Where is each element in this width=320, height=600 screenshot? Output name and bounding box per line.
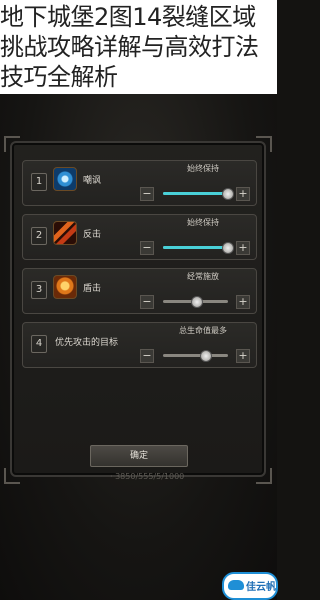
frequency-slider[interactable]: [163, 188, 234, 200]
slider-fill: [163, 192, 227, 195]
frame-corner-ornament: [4, 136, 20, 152]
frame-corner-ornament: [4, 468, 20, 484]
slider-knob[interactable]: [221, 242, 234, 254]
skill-row-counter: 2 反击 始终保持 − +: [22, 214, 257, 260]
confirm-button[interactable]: 确定: [90, 445, 188, 467]
decrease-button[interactable]: −: [140, 349, 154, 363]
skill-row-taunt: 1 嘲讽 始终保持 − +: [22, 160, 257, 206]
priority-slider[interactable]: [163, 350, 228, 362]
frame-corner-ornament: [256, 136, 272, 152]
slider-knob[interactable]: [200, 350, 213, 362]
target-priority-row: 4 优先攻击的目标 总生命值最多 − +: [22, 322, 257, 368]
frequency-slider[interactable]: [163, 296, 228, 308]
decrease-button[interactable]: −: [140, 187, 154, 201]
increase-button[interactable]: +: [236, 295, 250, 309]
slider-knob[interactable]: [190, 296, 203, 308]
frequency-slider[interactable]: [163, 242, 234, 254]
faded-stat-text: · 3850/555/5/1000: [110, 472, 185, 481]
site-watermark-logo: 佳云帆: [222, 572, 278, 600]
article-headline: 地下城堡2图14裂缝区域挑战攻略详解与高效打法技巧全解析: [0, 0, 277, 94]
increase-button[interactable]: +: [236, 187, 250, 201]
skill-index: 1: [31, 173, 47, 191]
slider-fill: [163, 246, 227, 249]
slider-knob[interactable]: [221, 188, 234, 200]
frame-corner-ornament: [256, 468, 272, 484]
skill-mode-text: 总生命值最多: [179, 326, 227, 335]
decrease-button[interactable]: −: [140, 241, 154, 255]
skill-label: 优先攻击的目标: [55, 338, 119, 348]
car-icon: [228, 580, 244, 590]
sword-icon: [53, 221, 77, 245]
skill-mode-text: 经常施放: [187, 272, 219, 281]
skill-mode-text: 始终保持: [187, 164, 219, 173]
skill-label: 反击: [83, 230, 102, 240]
skill-row-shield-bash: 3 盾击 经常施放 − +: [22, 268, 257, 314]
watermark-text: 佳云帆: [246, 582, 276, 593]
shield-icon: [53, 275, 77, 299]
increase-button[interactable]: +: [236, 241, 250, 255]
skill-label: 盾击: [83, 284, 102, 294]
skill-label: 嘲讽: [83, 176, 102, 186]
skill-index: 3: [31, 281, 47, 299]
skill-index: 2: [31, 227, 47, 245]
increase-button[interactable]: +: [236, 349, 250, 363]
decrease-button[interactable]: −: [140, 295, 154, 309]
eye-icon: [53, 167, 77, 191]
skill-mode-text: 始终保持: [187, 218, 219, 227]
skill-index: 4: [31, 335, 47, 353]
